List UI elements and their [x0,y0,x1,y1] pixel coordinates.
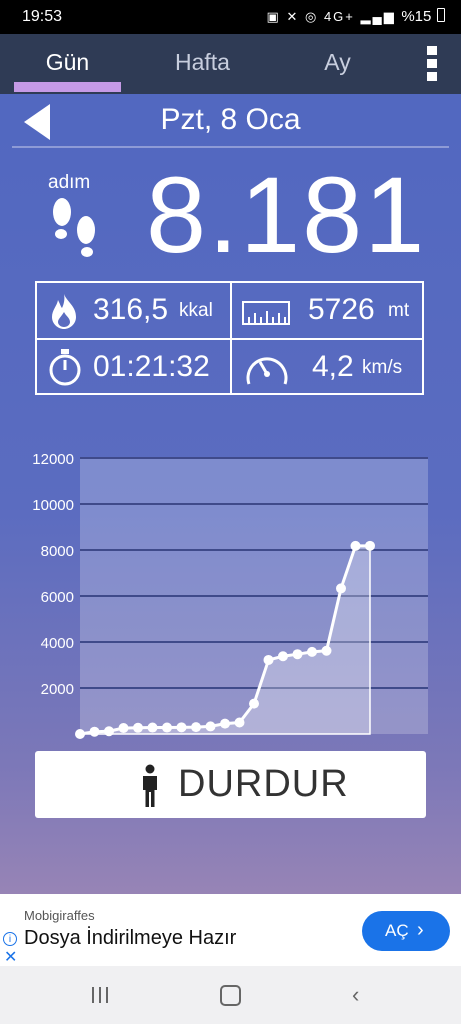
tab-day[interactable]: Gün [14,44,121,80]
calories-stat: 316,5 kkal [37,283,230,338]
footprints-icon [53,198,95,257]
chart-data-point [104,726,114,737]
ad-close-icon[interactable]: ✕ [4,947,17,967]
chart-data-point [350,540,361,551]
step-count: 8.181 [146,154,427,275]
chart-data-point [263,654,274,665]
stop-button[interactable]: DURDUR [35,751,426,818]
chart-data-point [234,717,245,728]
chart-data-point [118,723,129,734]
speed-stat: 4,2 km/s [232,340,424,395]
chart-y-tick: 12000 [32,451,74,468]
mute-icon: ✕ [286,9,300,24]
chart-data-point [176,722,187,733]
chart-data-point [162,722,172,733]
chart-data-point [278,651,288,662]
stop-button-label: DURDUR [178,763,349,805]
chart-data-point [147,722,158,733]
steps-chart-svg: 2000400060008000100001200024681012141618… [32,451,436,766]
distance-unit: mt [388,300,410,321]
distance-value: 5726 [308,293,375,326]
network-type: 4G+ [323,9,355,24]
active-tab-indicator [14,82,121,92]
chart-y-tick: 8000 [41,543,74,560]
chart-y-tick: 10000 [32,497,74,514]
date-navigation: Pzt, 8 Oca [0,96,461,146]
chart-data-point [205,721,216,732]
chart-y-tick: 4000 [41,635,74,652]
ad-open-button[interactable]: AÇ › [362,911,450,951]
ruler-icon [242,301,290,325]
chart-y-tick: 2000 [41,681,74,698]
ad-banner[interactable]: i ✕ Mobigiraffes Dosya İndirilmeye Hazır… [0,894,461,966]
back-icon[interactable]: ‹ [352,982,359,1008]
chart-data-point [307,646,317,657]
chart-data-point [191,722,201,733]
status-time: 19:53 [22,8,63,25]
chart-data-point [89,726,100,737]
chart-y-tick: 6000 [41,589,74,606]
system-nav-bar: ‹ [0,966,461,1024]
ad-open-label: AÇ [385,921,409,940]
hotspot-icon: ◎ [304,9,319,24]
stats-panel: 316,5 kkal 5726 mt 01:21:32 4,2 km/s [35,281,424,395]
chart-data-point [133,722,143,733]
chart-data-point [321,645,332,656]
ad-advertiser: Mobigiraffes [24,908,95,923]
chart-data-point [220,718,230,729]
overflow-menu-icon[interactable] [425,46,439,82]
steps-chart: 2000400060008000100001200024681012141618… [0,414,461,766]
home-icon[interactable] [220,985,241,1006]
chart-data-point [75,729,85,739]
tab-bar: Gün Hafta Ay [0,34,461,94]
speedometer-icon [246,357,288,385]
distance-stat: 5726 mt [232,283,424,338]
chevron-right-icon: › [417,919,424,941]
calories-value: 316,5 [93,293,169,326]
speed-unit: km/s [362,357,403,378]
calories-unit: kkal [179,300,213,321]
chart-data-point [365,540,375,551]
recent-apps-icon[interactable] [90,986,110,1004]
flame-icon [52,294,76,329]
duration-value: 01:21:32 [93,350,210,383]
tab-week[interactable]: Hafta [145,44,260,80]
current-date: Pzt, 8 Oca [160,103,301,136]
steps-label: adım [48,172,91,193]
chart-data-point [336,583,346,594]
status-icons: ▣ ✕ ◎ 4G+ ▂▄▆ %15 [267,8,445,25]
ad-title: Dosya İndirilmeye Hazır [24,927,237,949]
status-bar: 19:53 ▣ ✕ ◎ 4G+ ▂▄▆ %15 [0,0,461,34]
person-icon [143,764,157,807]
notification-icon: ▣ [266,9,281,24]
chart-data-point [249,698,259,709]
tab-month[interactable]: Ay [290,44,385,80]
chart-data-point [292,649,303,660]
signal-icon: ▂▄▆ [360,9,396,24]
duration-stat: 01:21:32 [37,340,230,395]
pedometer-app: Gün Hafta Ay Pzt, 8 Oca adım 8.181 316,5… [0,34,461,894]
ad-info-icon[interactable]: i [3,932,17,946]
battery-icon [437,8,445,22]
stopwatch-icon [49,349,81,386]
battery-level: %15 [401,8,432,25]
speed-value: 4,2 [312,350,354,383]
divider [12,146,449,148]
